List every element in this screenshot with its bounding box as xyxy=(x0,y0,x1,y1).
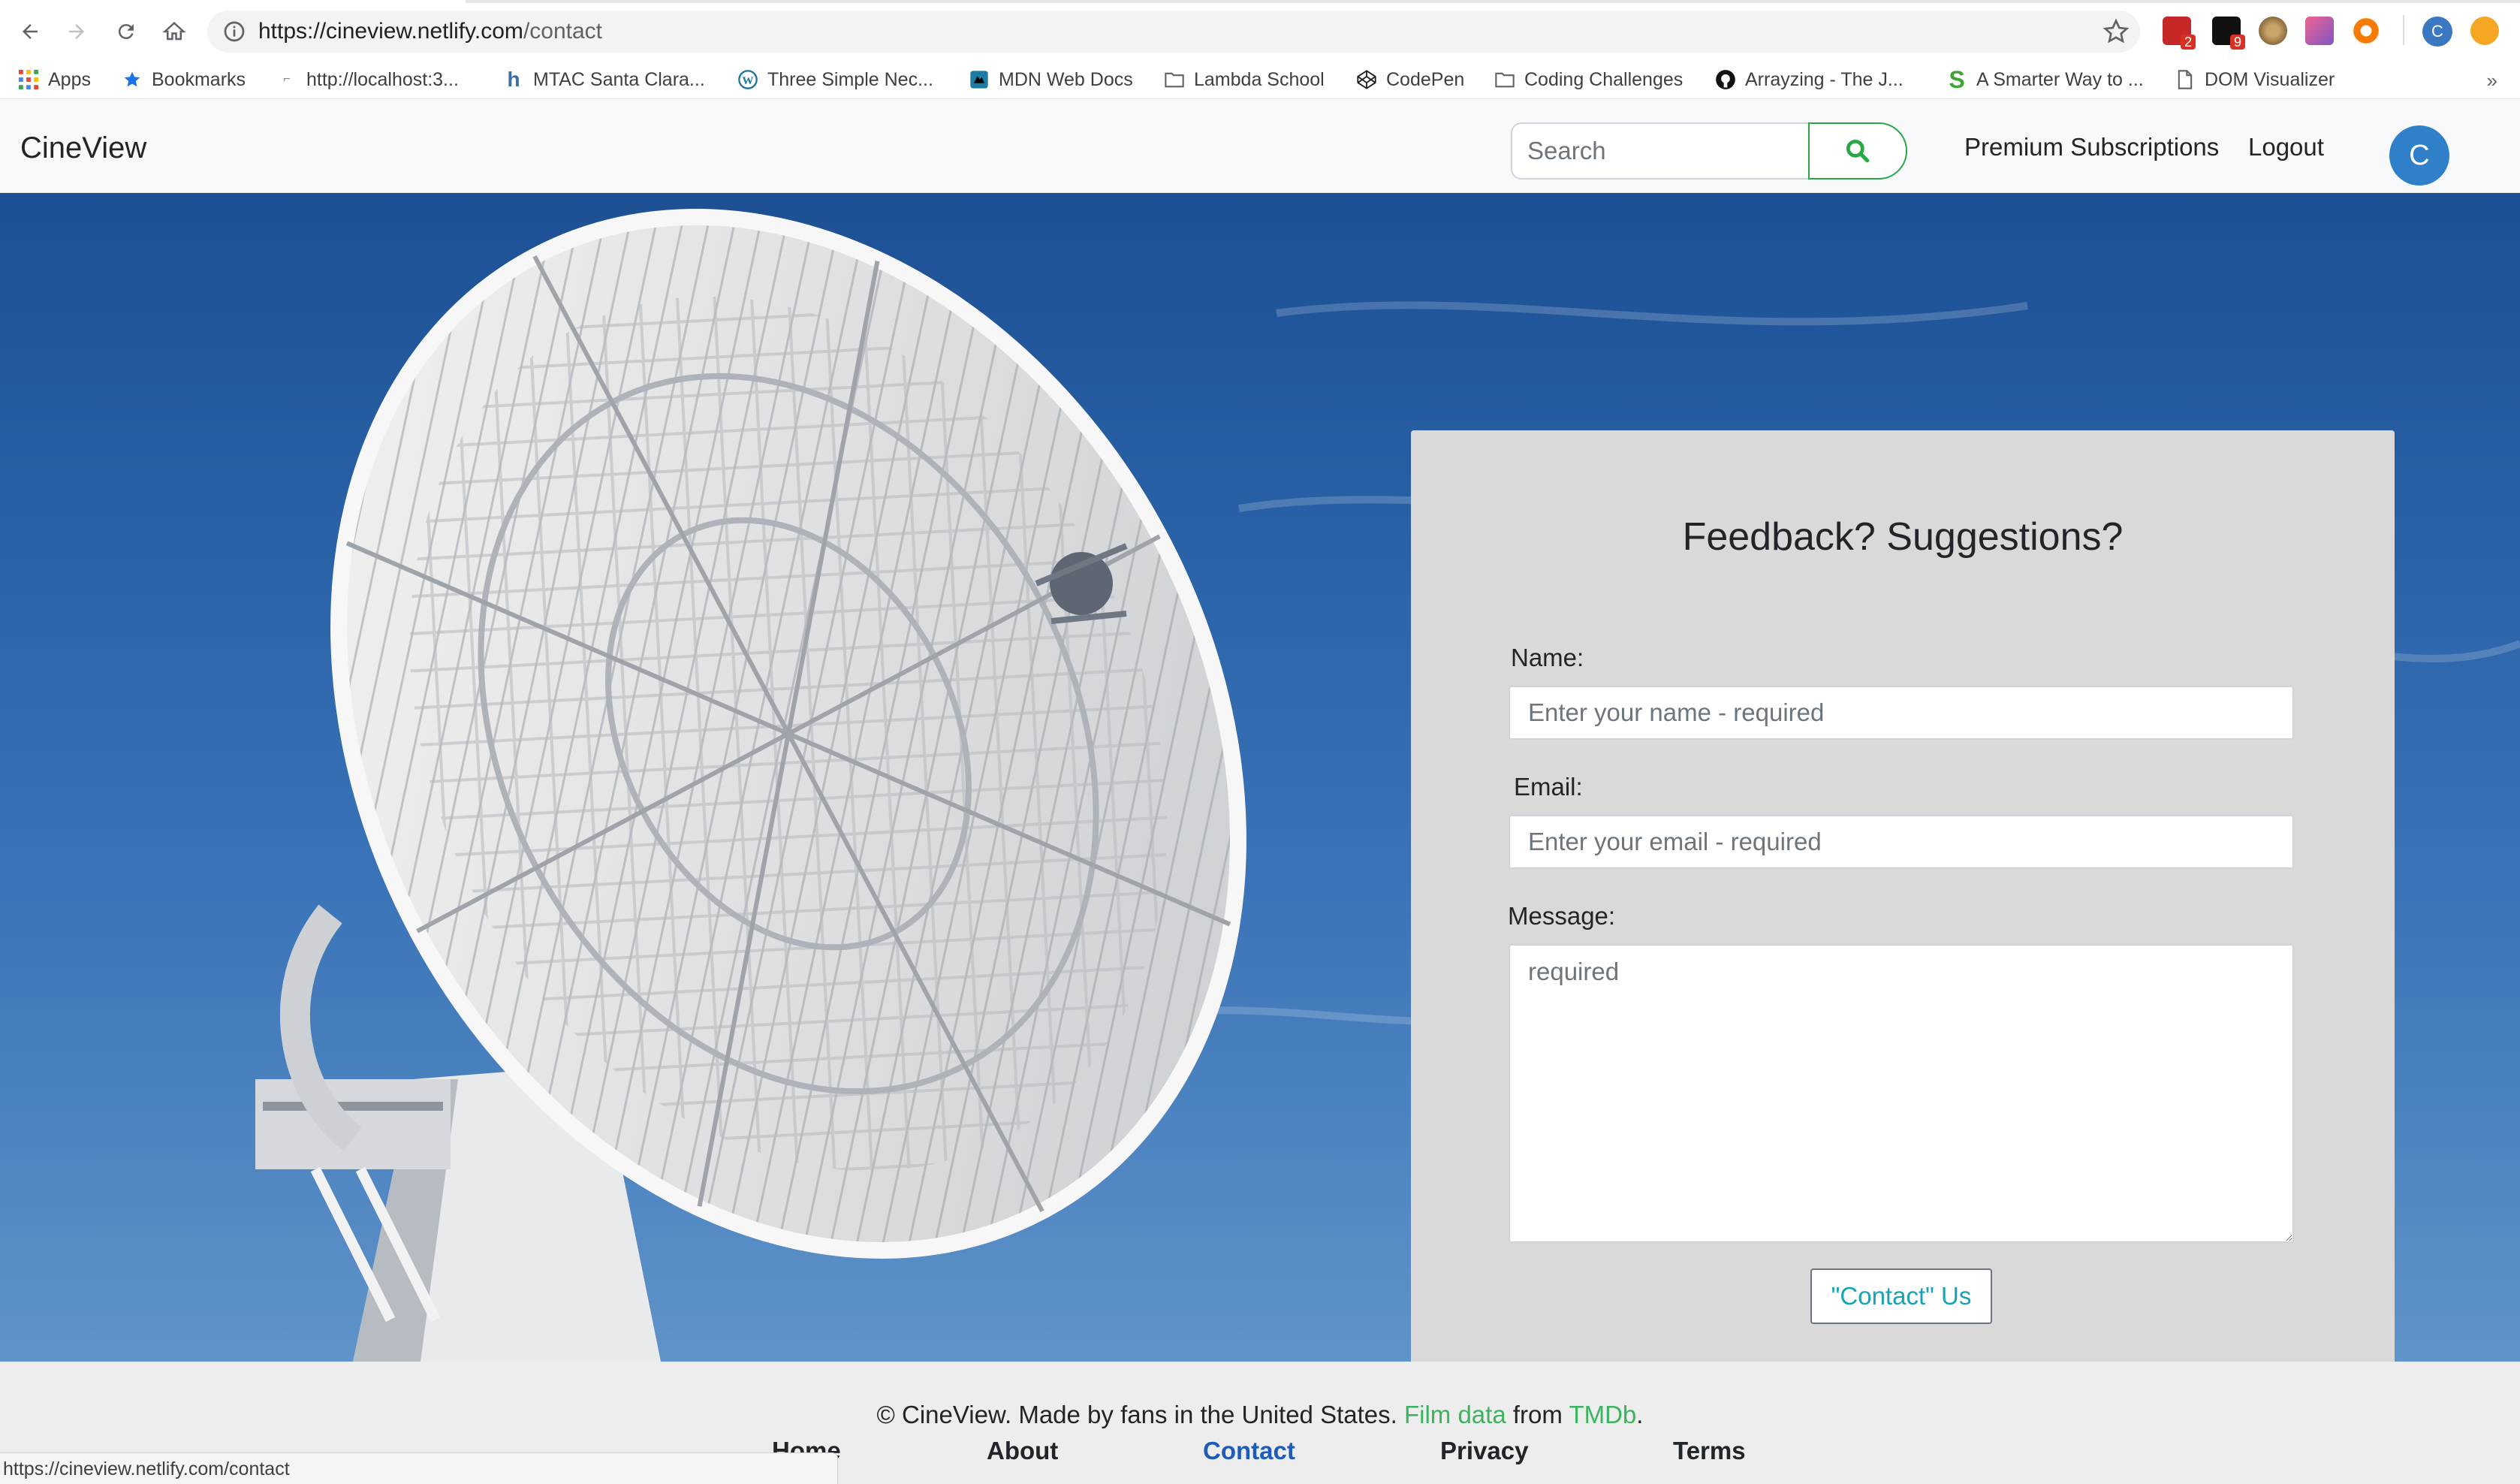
bookmark-label: DOM Visualizer xyxy=(2205,68,2335,90)
browser-profile-avatar[interactable]: C xyxy=(2422,17,2452,47)
folder-icon xyxy=(1494,69,1515,90)
extension-cookie-icon[interactable] xyxy=(2259,17,2287,45)
reload-icon xyxy=(118,24,134,40)
bookmark-label: Coding Challenges xyxy=(1524,68,1684,90)
extension-honey-icon[interactable] xyxy=(2470,17,2499,45)
bookmarks-bar: Apps Bookmarks ⌐ http://localhost:3... h… xyxy=(0,60,2520,99)
url-path: /contact xyxy=(523,19,602,44)
feedback-form-card: Feedback? Suggestions? Name: Email: Mess… xyxy=(1411,430,2395,1362)
footer-link-terms[interactable]: Terms xyxy=(1673,1437,1746,1465)
extension-amazon-icon[interactable]: 9 xyxy=(2212,17,2245,50)
footer-link-about[interactable]: About xyxy=(987,1437,1058,1465)
extension-todo-icon[interactable]: 2 xyxy=(2163,17,2196,50)
bookmark-bookmarks[interactable]: Bookmarks xyxy=(122,65,246,95)
extension-badge: 2 xyxy=(2180,35,2196,50)
bookmark-dom-visualizer[interactable]: DOM Visualizer xyxy=(2175,65,2335,95)
search-button[interactable] xyxy=(1808,122,1907,179)
bookmark-label: Lambda School xyxy=(1194,68,1325,90)
bookmark-apps[interactable]: Apps xyxy=(18,65,91,95)
brand-logo[interactable]: CineView xyxy=(20,131,146,165)
from-text: from xyxy=(1512,1401,1563,1428)
bookmark-label: MDN Web Docs xyxy=(999,68,1133,90)
url-host: https://cineview.netlify.com xyxy=(258,19,523,44)
premium-subscriptions-link[interactable]: Premium Subscriptions xyxy=(1964,133,2219,161)
tmdb-link[interactable]: TMDb xyxy=(1569,1401,1636,1428)
bookmarks-overflow-button[interactable]: » xyxy=(2487,69,2497,92)
bookmark-codepen[interactable]: CodePen xyxy=(1356,65,1464,95)
browser-toolbar: https://cineview.netlify.com/contact 2 9… xyxy=(0,0,2520,60)
url-text[interactable]: https://cineview.netlify.com/contact xyxy=(258,18,602,45)
contact-us-button[interactable]: "Contact" Us xyxy=(1810,1268,1992,1324)
user-avatar[interactable]: C xyxy=(2389,125,2449,186)
extension-target-icon[interactable] xyxy=(2352,17,2380,45)
codepen-icon xyxy=(1356,69,1377,90)
back-button[interactable] xyxy=(14,15,47,48)
bookmark-label: A Smarter Way to ... xyxy=(1976,68,2144,90)
form-title: Feedback? Suggestions? xyxy=(1682,515,2124,559)
bookmark-star-icon[interactable] xyxy=(2103,18,2130,45)
message-label: Message: xyxy=(1508,902,1616,930)
email-label: Email: xyxy=(1514,773,1583,801)
star-icon xyxy=(122,69,143,90)
name-label: Name: xyxy=(1511,644,1584,671)
arrow-right-icon xyxy=(69,24,84,39)
bookmark-label: CodePen xyxy=(1386,68,1465,90)
bookmark-arrayzing[interactable]: Arrayzing - The J... xyxy=(1715,65,1904,95)
wordpress-icon: W xyxy=(737,69,758,90)
folder-icon xyxy=(1164,69,1185,90)
apps-grid-icon xyxy=(18,69,39,90)
localhost-icon: ⌐ xyxy=(283,73,291,86)
s-logo-icon: S xyxy=(1949,65,1965,93)
name-field[interactable] xyxy=(1509,686,2294,740)
hero-section: Feedback? Suggestions? Name: Email: Mess… xyxy=(0,193,2520,1362)
github-icon xyxy=(1715,69,1736,90)
footer-credits: © CineView. Made by fans in the United S… xyxy=(0,1401,2520,1429)
bookmark-label: Apps xyxy=(48,68,91,90)
toolbar-divider xyxy=(2403,15,2404,45)
svg-text:W: W xyxy=(742,74,753,87)
bookmark-lambda-school[interactable]: Lambda School xyxy=(1164,65,1325,95)
email-field[interactable] xyxy=(1509,815,2294,869)
bookmark-label: http://localhost:3... xyxy=(306,68,459,90)
bookmark-mtac[interactable]: h MTAC Santa Clara... xyxy=(503,65,705,95)
arrow-left-icon xyxy=(23,24,38,39)
bookmark-label: Bookmarks xyxy=(152,68,246,90)
address-bar[interactable]: https://cineview.netlify.com/contact xyxy=(207,11,2140,53)
bookmark-label: Three Simple Nec... xyxy=(767,68,933,90)
active-tab-edge xyxy=(0,0,466,3)
site-navbar: CineView Premium Subscriptions Logout C xyxy=(0,100,2520,193)
message-field[interactable] xyxy=(1509,944,2294,1243)
search-icon xyxy=(1846,139,1870,163)
search-input[interactable] xyxy=(1511,122,1810,179)
footer-link-privacy[interactable]: Privacy xyxy=(1440,1437,1528,1465)
period-text: . xyxy=(1636,1401,1644,1428)
mtac-icon: h xyxy=(507,68,520,91)
home-icon xyxy=(163,22,185,41)
home-button[interactable] xyxy=(158,15,191,48)
extension-badge: 9 xyxy=(2229,35,2245,50)
film-data-link[interactable]: Film data xyxy=(1404,1401,1506,1428)
extension-color-icon[interactable] xyxy=(2305,17,2334,45)
page-icon xyxy=(2175,69,2196,90)
info-icon[interactable] xyxy=(222,20,246,44)
bookmark-label: Arrayzing - The J... xyxy=(1745,68,1904,90)
reload-button[interactable] xyxy=(110,15,143,48)
logout-link[interactable]: Logout xyxy=(2248,133,2324,161)
copyright-text: © CineView. Made by fans in the United S… xyxy=(876,1401,1397,1428)
forward-button[interactable] xyxy=(60,15,93,48)
bookmark-three-simple[interactable]: W Three Simple Nec... xyxy=(737,65,933,95)
telescope-dish xyxy=(330,209,1246,1259)
bookmark-localhost[interactable]: ⌐ http://localhost:3... xyxy=(276,65,459,95)
bookmark-smarter-way[interactable]: S A Smarter Way to ... xyxy=(1946,65,2144,95)
bookmark-coding-challenges[interactable]: Coding Challenges xyxy=(1494,65,1683,95)
bookmark-mdn[interactable]: MDN Web Docs xyxy=(969,65,1133,95)
link-status-bar: https://cineview.netlify.com/contact xyxy=(0,1452,838,1484)
bookmark-label: MTAC Santa Clara... xyxy=(533,68,705,90)
mdn-icon xyxy=(969,69,990,90)
footer-link-contact[interactable]: Contact xyxy=(1203,1437,1295,1465)
